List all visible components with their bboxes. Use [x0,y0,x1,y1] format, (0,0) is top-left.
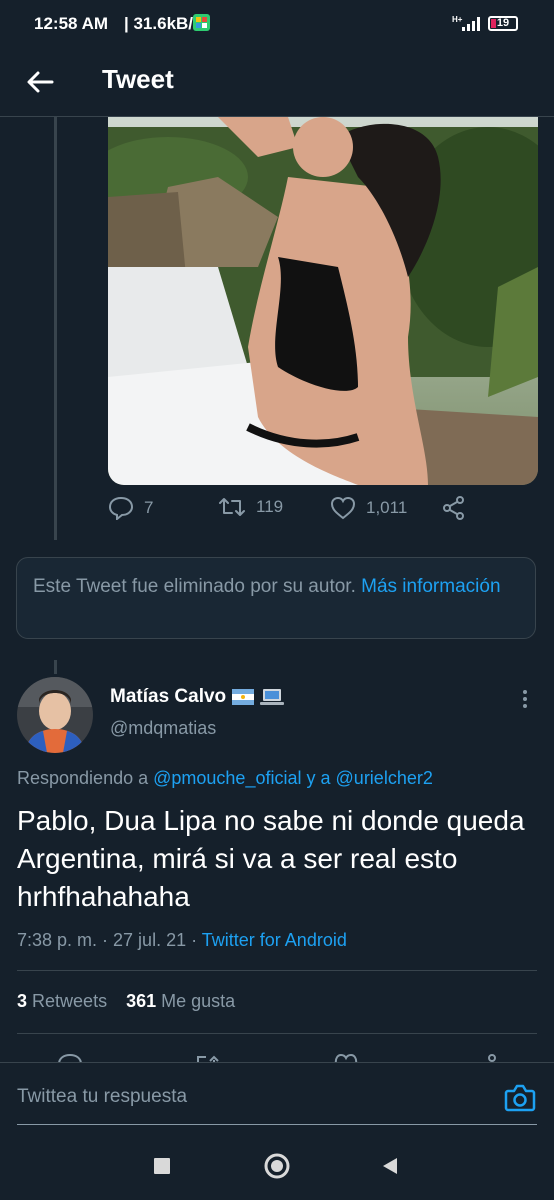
status-time: 12:58 AM [34,14,109,33]
likes-stat[interactable]: 361 Me gusta [126,991,235,1011]
retweet-icon [219,498,245,516]
signal-icon: H+ [452,15,480,31]
more-options-icon[interactable] [518,688,532,712]
arrow-left-icon[interactable] [24,66,56,98]
app-notification-icon [193,14,210,31]
likes-label: Me gusta [161,991,236,1011]
author-handle[interactable]: @mdqmatias [110,718,216,739]
tweet-timestamp: 7:38 p. m. · 27 jul. 21 · [17,930,198,950]
system-navigation-bar [0,1132,554,1200]
author-name-row[interactable]: Matías Calvo [110,686,285,708]
reply-input[interactable]: Twittea tu respuesta [17,1086,187,1108]
photo-image [108,117,538,485]
retweet-count: 119 [256,497,284,516]
thread-line [54,117,57,540]
battery-level: 19 [496,17,510,29]
author-name: Matías Calvo [110,686,227,707]
reply-icon [108,496,134,520]
argentina-flag-icon [232,689,255,705]
share-icon [443,496,464,520]
mention-link[interactable]: @urielcher2 [336,768,433,788]
avatar-image [17,677,93,753]
tweet-meta: 7:38 p. m. · 27 jul. 21 · Twitter for An… [17,930,347,951]
like-action[interactable]: 1,011 [330,496,407,520]
status-network-speed: | 31.6kB/s [124,14,203,33]
divider [17,970,537,971]
tweet-actions: 7 119 1,011 [108,496,538,530]
page-title: Tweet [102,64,174,94]
laptop-icon [260,689,285,705]
retweets-count: 3 [17,991,28,1011]
status-bar: 12:58 AM | 31.6kB/s H+ 19 [0,0,554,48]
square-icon [154,1158,170,1174]
tweet-text: Pablo, Dua Lipa no sabe ni donde queda A… [17,805,525,912]
tweet-photo[interactable] [108,117,538,485]
replying-mid: y a [306,768,331,788]
battery-icon: 19 [488,16,518,31]
divider [17,1033,537,1034]
retweets-label: Retweets [32,991,108,1011]
reply-input-underline [17,1124,537,1125]
retweet-action[interactable]: 119 [218,496,283,518]
reply-count: 7 [144,498,154,517]
recents-button[interactable] [140,1132,184,1200]
mention-link[interactable]: @pmouche_oficial [153,768,301,788]
share-action[interactable] [442,496,466,520]
home-button[interactable] [255,1132,299,1200]
camera-icon[interactable] [504,1083,536,1113]
like-count: 1,011 [366,498,408,517]
triangle-back-icon [383,1158,397,1174]
retweets-stat[interactable]: 3 Retweets [17,991,107,1011]
replying-prefix: Respondiendo a [17,768,149,788]
network-type-label: H+ [452,15,463,24]
circle-icon [264,1153,290,1179]
tweet-client-link[interactable]: Twitter for Android [202,930,347,950]
more-info-link[interactable]: Más información [361,576,500,597]
likes-count: 361 [126,991,157,1011]
back-button[interactable] [368,1132,412,1200]
tweet-stats: 3 Retweets 361 Me gusta [17,991,235,1012]
deleted-tweet-notice: Este Tweet fue eliminado por su autor. M… [16,557,536,639]
avatar[interactable] [17,677,93,753]
heart-icon [330,496,356,520]
deleted-notice-text: Este Tweet fue eliminado por su autor. [33,576,356,597]
replying-to: Respondiendo a @pmouche_oficial y a @uri… [17,768,433,789]
thread-line-connector [54,660,57,674]
reply-action[interactable]: 7 [108,496,153,520]
top-app-bar: Tweet [0,48,554,117]
